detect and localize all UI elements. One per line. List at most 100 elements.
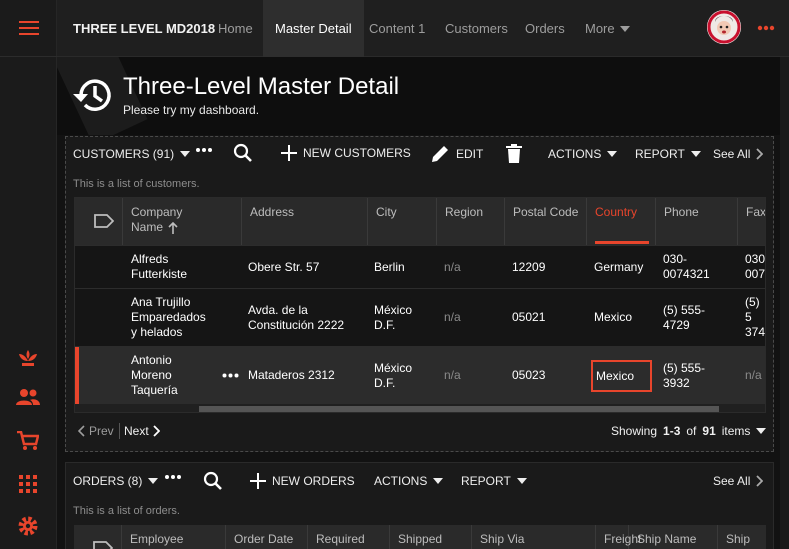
prev-label: Prev: [89, 424, 114, 438]
column-region[interactable]: Region: [437, 198, 505, 245]
actions-label: ACTIONS: [548, 147, 602, 161]
chevron-left-icon: [78, 425, 85, 437]
rail-apps-button[interactable]: [16, 472, 40, 496]
column-postal-code[interactable]: Postal Code: [505, 198, 587, 245]
orders-column-ship-via[interactable]: Ship Via: [472, 525, 596, 549]
cell-text: Alfreds: [131, 252, 169, 266]
scrollbar-thumb[interactable]: [199, 406, 719, 412]
nav-master-detail[interactable]: Master Detail: [263, 0, 364, 57]
table-row[interactable]: Ana Trujillo Emparedados y helados Avda.…: [75, 288, 765, 346]
customers-grid: Company Name Address City Region Postal …: [74, 197, 766, 413]
nav-orders[interactable]: Orders: [525, 0, 565, 57]
cell-postal: 05021: [512, 310, 546, 324]
gear-icon: [18, 516, 38, 536]
page-subtitle: Please try my dashboard.: [123, 103, 260, 117]
orders-note: This is a list of orders.: [73, 505, 180, 517]
nav-customers[interactable]: Customers: [445, 0, 508, 57]
column-phone[interactable]: Phone: [656, 198, 738, 245]
cell-text: D.F.: [374, 375, 396, 390]
report-label: REPORT: [635, 147, 685, 161]
cell-text: (5) 555-: [663, 302, 706, 317]
orders-column-freight[interactable]: Freight: [596, 525, 641, 549]
rail-home-button[interactable]: [16, 346, 40, 370]
delete-button[interactable]: [506, 144, 522, 163]
caret-down-icon: [516, 478, 527, 484]
orders-see-all-link[interactable]: See All: [713, 474, 764, 488]
new-customers-button[interactable]: NEW CUSTOMERS: [281, 145, 411, 161]
cell-text: Antonio: [131, 353, 172, 367]
sort-ascending-icon: [168, 221, 178, 234]
table-row[interactable]: Alfreds Futterkiste Obere Str. 57 Berlin…: [75, 245, 766, 288]
orders-actions-label: ACTIONS: [374, 474, 428, 488]
customers-see-all-link[interactable]: See All: [713, 147, 764, 161]
orders-report-label: REPORT: [461, 474, 511, 488]
horizontal-scrollbar[interactable]: [75, 404, 765, 412]
new-orders-button[interactable]: NEW ORDERS: [250, 473, 355, 489]
history-icon: [73, 79, 111, 111]
cell-text: D.F.: [374, 317, 396, 332]
customers-more-button[interactable]: [195, 147, 213, 153]
showing-prefix: Showing: [611, 424, 658, 438]
orders-see-all-label: See All: [713, 474, 751, 488]
orders-column-ship-address[interactable]: Ship Ac: [718, 525, 766, 549]
nav-home[interactable]: Home: [218, 0, 253, 57]
rail-users-button[interactable]: [16, 385, 40, 409]
orders-panel: ORDERS (8) NEW ORDERS ACTIONS REPORT See…: [65, 462, 774, 549]
page-size-dropdown[interactable]: Showing 1-3 of 91 items: [611, 424, 767, 438]
column-company-name[interactable]: Company Name: [123, 198, 242, 245]
cell-text: 007: [745, 267, 766, 281]
cell-fax: n/a: [745, 368, 762, 382]
orders-search-button[interactable]: [203, 471, 223, 491]
menu-button[interactable]: [0, 0, 57, 57]
column-select[interactable]: [75, 198, 123, 245]
edit-button[interactable]: EDIT: [430, 144, 483, 164]
cell-text: Futterkiste: [131, 267, 188, 281]
row-more-button[interactable]: [222, 347, 239, 404]
column-address[interactable]: Address: [242, 198, 368, 245]
avatar[interactable]: [707, 10, 741, 44]
next-label: Next: [124, 424, 149, 438]
cell-country-focused[interactable]: Mexico: [591, 360, 652, 392]
cell-region: n/a: [444, 259, 461, 274]
orders-column-ship-name[interactable]: Ship Name: [629, 525, 718, 549]
caret-down-icon: [690, 151, 701, 157]
customers-actions-button[interactable]: ACTIONS: [548, 147, 618, 161]
orders-report-button[interactable]: REPORT: [461, 474, 527, 488]
column-fax[interactable]: Fax: [738, 198, 765, 245]
vertical-scrollbar[interactable]: [780, 57, 789, 549]
showing-total: 91: [702, 424, 716, 438]
table-row-selected[interactable]: Antonio Moreno Taquería Mataderos 2312 M…: [75, 346, 765, 405]
customers-search-button[interactable]: [233, 143, 253, 163]
cell-company: Alfreds Futterkiste: [131, 246, 241, 288]
orders-column-select[interactable]: [74, 525, 122, 549]
cell-text: Ana Trujillo: [131, 295, 191, 309]
rail-settings-button[interactable]: [16, 514, 40, 538]
orders-column-employee[interactable]: Employee: [122, 525, 226, 549]
next-button[interactable]: Next: [124, 424, 160, 438]
more-horizontal-icon: [757, 25, 775, 31]
cell-company: Ana Trujillo Emparedados y helados: [131, 289, 241, 346]
nav-more[interactable]: More: [585, 0, 630, 57]
column-country[interactable]: Country: [587, 198, 656, 245]
orders-more-button[interactable]: [164, 474, 182, 480]
orders-column-shipped[interactable]: Shipped: [390, 525, 472, 549]
orders-column-required[interactable]: Required: [308, 525, 390, 549]
customers-report-button[interactable]: REPORT: [635, 147, 701, 161]
orders-actions-button[interactable]: ACTIONS: [374, 474, 444, 488]
nav-content1[interactable]: Content 1: [369, 0, 425, 57]
cell-city: México D.F.: [374, 347, 412, 404]
orders-title-dropdown[interactable]: ORDERS (8): [73, 474, 159, 488]
cell-city: México D.F.: [374, 289, 412, 346]
orders-column-order-date[interactable]: Order Date: [226, 525, 308, 549]
column-city[interactable]: City: [368, 198, 437, 245]
rail-cart-button[interactable]: [16, 429, 40, 453]
page-header: Three-Level Master Detail Please try my …: [57, 57, 780, 135]
customers-title-dropdown[interactable]: CUSTOMERS (91): [73, 147, 191, 161]
top-more-button[interactable]: [757, 20, 775, 34]
cell-text: 3932: [663, 375, 690, 390]
cell-region: n/a: [444, 310, 461, 324]
more-horizontal-icon: [222, 373, 239, 378]
pencil-icon: [432, 146, 448, 162]
nav-more-label: More: [585, 21, 615, 36]
prev-button[interactable]: Prev: [78, 424, 114, 438]
